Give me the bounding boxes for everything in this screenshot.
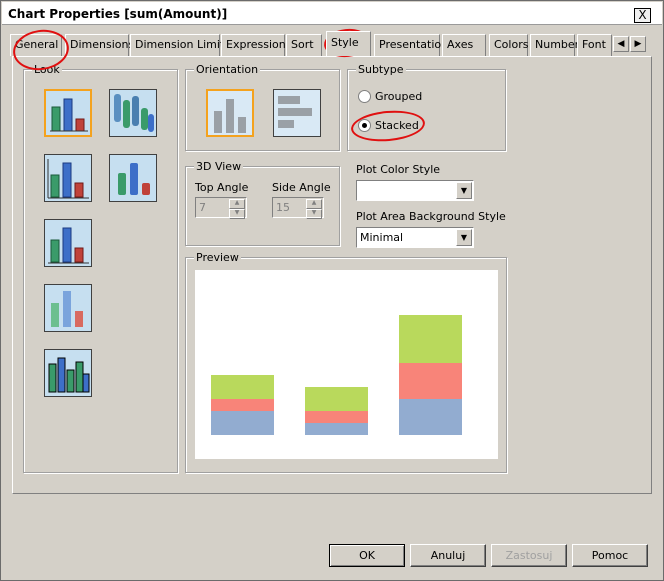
tab-dimension-limits[interactable]: Dimension Limits — [130, 34, 230, 56]
ok-button[interactable]: OK — [329, 544, 405, 567]
plot-area-background-label: Plot Area Background Style — [356, 210, 506, 223]
top-angle-value: 7 — [199, 201, 206, 214]
spin-up-icon[interactable]: ▲ — [306, 199, 322, 209]
horizontal-bars-icon — [278, 96, 312, 128]
preview-chart — [195, 270, 498, 459]
spin-down-icon[interactable]: ▼ — [306, 209, 322, 219]
tab-dimensions[interactable]: Dimensions — [65, 34, 134, 56]
tab-number[interactable]: Number — [530, 34, 579, 56]
tab-sort[interactable]: Sort — [286, 34, 322, 56]
side-angle-label: Side Angle — [272, 181, 331, 194]
look-option-7[interactable] — [44, 349, 92, 397]
look-option-2[interactable] — [109, 89, 157, 137]
top-angle-spinner[interactable]: 7 ▲ ▼ — [195, 197, 247, 219]
bar-chart-3d-icon — [118, 163, 150, 195]
dialog-title: Chart Properties [sum(Amount)] — [8, 7, 228, 21]
tab-scroll-right-button[interactable]: ▶ — [630, 36, 646, 52]
tab-axes[interactable]: Axes — [442, 34, 486, 56]
plot-color-style-label: Plot Color Style — [356, 163, 441, 176]
preview-bar-segment — [399, 315, 462, 363]
orientation-horizontal-button[interactable] — [273, 89, 321, 137]
bar-chart-3d-icon — [47, 159, 89, 199]
title-bar: Chart Properties [sum(Amount)] X — [2, 2, 662, 25]
view3d-group-label: 3D View — [194, 160, 244, 173]
preview-bar-segment — [305, 411, 368, 423]
tab-expressions[interactable]: Expressions — [221, 34, 291, 56]
grouped-radio-label: Grouped — [375, 90, 423, 103]
bar-chart-outlined-icon — [48, 357, 90, 393]
bar-chart-gradient-icon — [51, 291, 83, 327]
subtype-group-label: Subtype — [356, 63, 406, 76]
preview-bar-segment — [305, 387, 368, 411]
side-angle-value: 15 — [276, 201, 290, 214]
tab-presentation[interactable]: Presentation — [374, 34, 448, 56]
look-option-3[interactable] — [44, 154, 92, 202]
chart-properties-dialog: Chart Properties [sum(Amount)] X General… — [0, 0, 664, 581]
grouped-radio[interactable] — [358, 90, 371, 103]
spin-down-icon[interactable]: ▼ — [229, 209, 245, 219]
look-option-4[interactable] — [109, 154, 157, 202]
cylinder-chart-icon — [114, 94, 154, 132]
tab-colors[interactable]: Colors — [489, 34, 528, 56]
plot-area-background-dropdown[interactable]: Minimal ▼ — [356, 227, 474, 248]
plot-area-background-value: Minimal — [360, 231, 404, 244]
tab-scroll-left-button[interactable]: ◀ — [613, 36, 629, 52]
apply-button: Zastosuj — [491, 544, 567, 567]
look-group: Look — [23, 63, 178, 473]
look-option-5[interactable] — [44, 219, 92, 267]
preview-bar-segment — [211, 375, 274, 399]
orientation-group-label: Orientation — [194, 63, 261, 76]
tab-style[interactable]: Style — [326, 31, 371, 56]
tab-strip: General Dimensions Dimension Limits Expr… — [10, 31, 650, 56]
top-angle-label: Top Angle — [195, 181, 249, 194]
chevron-down-icon[interactable]: ▼ — [456, 229, 472, 246]
help-button[interactable]: Pomoc — [572, 544, 648, 567]
preview-bar-segment — [211, 399, 274, 411]
preview-bar-segment — [399, 399, 462, 435]
vertical-bars-icon — [214, 99, 246, 133]
view3d-group: 3D View Top Angle 7 ▲ ▼ Side Angle 15 ▲ ▼ — [185, 160, 340, 246]
plot-color-style-dropdown[interactable]: ▼ — [356, 180, 474, 201]
orientation-group: Orientation — [185, 63, 340, 151]
orientation-vertical-button[interactable] — [206, 89, 254, 137]
look-option-6[interactable] — [44, 284, 92, 332]
preview-bar-segment — [399, 363, 462, 399]
look-option-1[interactable] — [44, 89, 92, 137]
preview-group-label: Preview — [194, 251, 241, 264]
cancel-button[interactable]: Anuluj — [410, 544, 486, 567]
preview-bar-segment — [305, 423, 368, 435]
bar-chart-3d-icon — [48, 227, 89, 264]
close-button[interactable]: X — [634, 8, 651, 23]
preview-bar-segment — [211, 411, 274, 435]
side-angle-spinner[interactable]: 15 ▲ ▼ — [272, 197, 324, 219]
spin-up-icon[interactable]: ▲ — [229, 199, 245, 209]
tab-font[interactable]: Font — [577, 34, 612, 56]
bar-chart-icon — [50, 98, 88, 132]
chevron-down-icon[interactable]: ▼ — [456, 182, 472, 199]
